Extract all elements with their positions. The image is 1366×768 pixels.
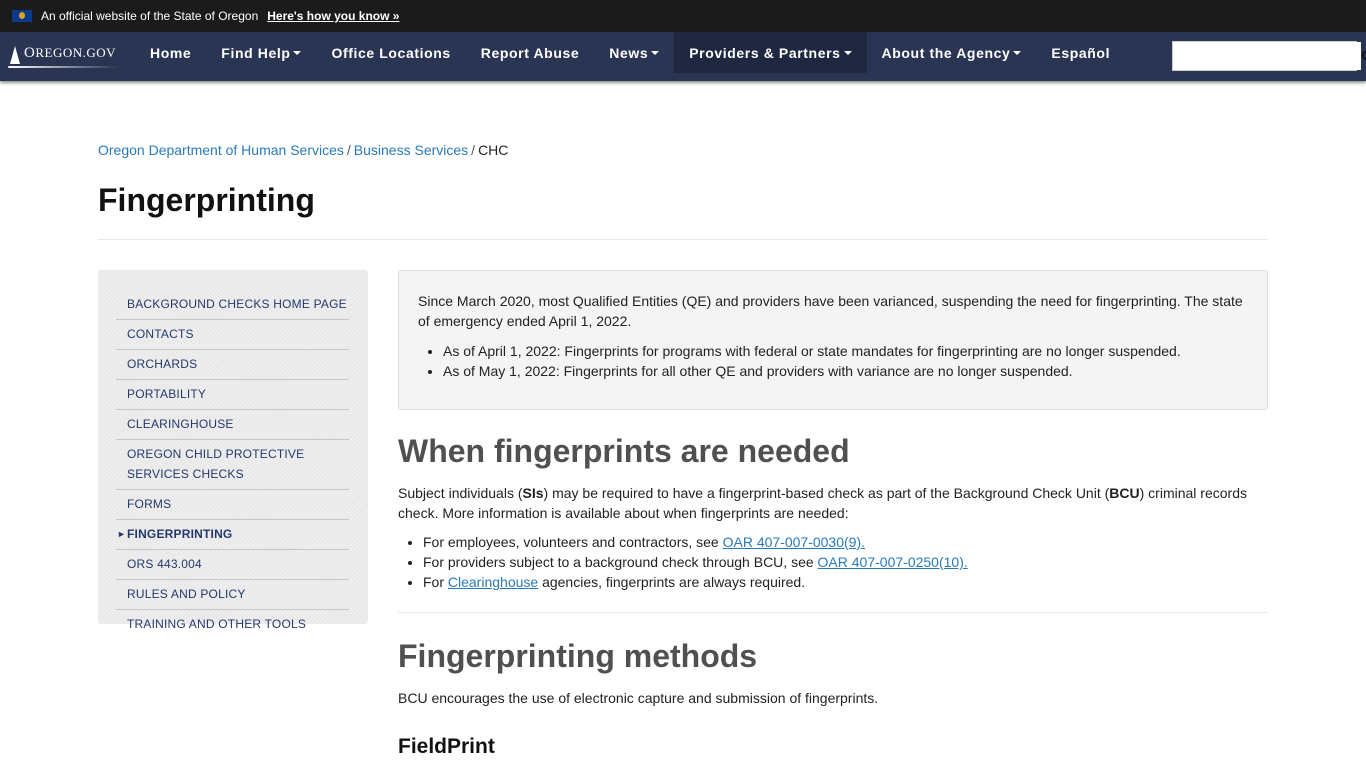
search-button[interactable] [1361, 42, 1366, 70]
oregon-gov-logo[interactable]: OREGON.GOV [0, 32, 135, 81]
nav-item-news[interactable]: News [594, 32, 674, 73]
title-divider [98, 239, 1268, 240]
breadcrumb: Oregon Department of Human Services / Busi… [98, 142, 508, 158]
caret-down-icon [293, 50, 302, 55]
page-title: Fingerprinting [98, 182, 315, 218]
sidebar-item-fingerprinting[interactable]: ► FINGERPRINTING [116, 520, 349, 550]
oar-0250-link[interactable]: OAR 407-007-0250(10). [818, 554, 968, 570]
clearinghouse-link[interactable]: Clearinghouse [448, 574, 538, 590]
sidebar-item-background-checks-home[interactable]: BACKGROUND CHECKS HOME PAGE [116, 290, 349, 320]
search-input[interactable] [1173, 42, 1361, 70]
breadcrumb-link-business-services[interactable]: Business Services [354, 142, 468, 158]
sidebar-nav: BACKGROUND CHECKS HOME PAGE CONTACTS ORC… [98, 270, 368, 631]
official-banner: An official website of the State of Oreg… [0, 0, 1366, 32]
section-paragraph: Subject individuals (SIs) may be require… [398, 485, 1247, 521]
fieldprint-heading: FieldPrint [398, 735, 495, 758]
nav-item-office-locations[interactable]: Office Locations [316, 32, 465, 73]
section-heading-methods: Fingerprinting methods [398, 638, 758, 674]
nav-menu: Home Find Help Office Locations Report A… [135, 32, 1125, 81]
sidebar-item-training-tools[interactable]: TRAINING AND OTHER TOOLS [116, 610, 349, 639]
notice-bullet: As of April 1, 2022: Fingerprints for pr… [443, 341, 1248, 361]
notice-list: As of April 1, 2022: Fingerprints for pr… [418, 341, 1248, 381]
list-item: For Clearinghouse agencies, fingerprints… [423, 572, 1268, 592]
list-item: For employees, volunteers and contractor… [423, 532, 1268, 552]
notice-bullet: As of May 1, 2022: Fingerprints for all … [443, 361, 1248, 381]
nav-item-about-agency[interactable]: About the Agency [867, 32, 1037, 73]
sidebar-item-contacts[interactable]: CONTACTS [116, 320, 349, 350]
logo-text: OREGON.GOV [24, 45, 117, 61]
sidebar-item-forms[interactable]: FORMS [116, 490, 349, 520]
when-needed-list: For employees, volunteers and contractor… [398, 532, 1268, 592]
nav-item-home[interactable]: Home [135, 32, 206, 73]
caret-down-icon [843, 50, 852, 55]
sidebar-item-portability[interactable]: PORTABILITY [116, 380, 349, 410]
nav-item-find-help[interactable]: Find Help [206, 32, 316, 73]
breadcrumb-separator: / [346, 142, 351, 158]
sidebar-item-orchards[interactable]: ORCHARDS [116, 350, 349, 380]
section-divider [398, 612, 1268, 613]
heres-how-you-know-link[interactable]: Here's how you know » [267, 9, 399, 23]
main-content: Since March 2020, most Qualified Entitie… [398, 270, 1268, 759]
tree-logo-icon [8, 44, 118, 70]
caret-down-icon [1013, 50, 1022, 55]
section-heading-when-needed: When fingerprints are needed [398, 433, 850, 469]
sidebar-item-oregon-cps-checks[interactable]: OREGON CHILD PROTECTIVE SERVICES CHECKS [116, 440, 349, 490]
nav-item-report-abuse[interactable]: Report Abuse [466, 32, 594, 73]
official-banner-text: An official website of the State of Oreg… [41, 9, 259, 23]
main-navbar: OREGON.GOV Home Find Help Office Locatio… [0, 32, 1366, 81]
oregon-flag-icon [12, 10, 32, 22]
caret-down-icon [651, 50, 660, 55]
sidebar-list: BACKGROUND CHECKS HOME PAGE CONTACTS ORC… [116, 290, 349, 639]
current-page-arrow-icon: ► [117, 529, 127, 539]
breadcrumb-link-odhs[interactable]: Oregon Department of Human Services [98, 142, 344, 158]
breadcrumb-current: CHC [478, 142, 509, 158]
sidebar-item-clearinghouse[interactable]: CLEARINGHOUSE [116, 410, 349, 440]
breadcrumb-separator: / [471, 142, 476, 158]
notice-box: Since March 2020, most Qualified Entitie… [398, 270, 1268, 410]
methods-paragraph: BCU encourages the use of electronic cap… [398, 690, 879, 706]
oar-0030-link[interactable]: OAR 407-007-0030(9). [723, 534, 865, 550]
nav-item-providers-partners[interactable]: Providers & Partners [674, 32, 867, 73]
search-icon [1361, 50, 1366, 60]
list-item: For providers subject to a background ch… [423, 552, 1268, 572]
nav-item-espanol[interactable]: Español [1036, 32, 1125, 73]
search-box [1172, 41, 1366, 71]
sidebar-item-ors-443-004[interactable]: ORS 443.004 [116, 550, 349, 580]
notice-text: Since March 2020, most Qualified Entitie… [418, 293, 1243, 329]
sidebar-item-rules-and-policy[interactable]: RULES AND POLICY [116, 580, 349, 610]
